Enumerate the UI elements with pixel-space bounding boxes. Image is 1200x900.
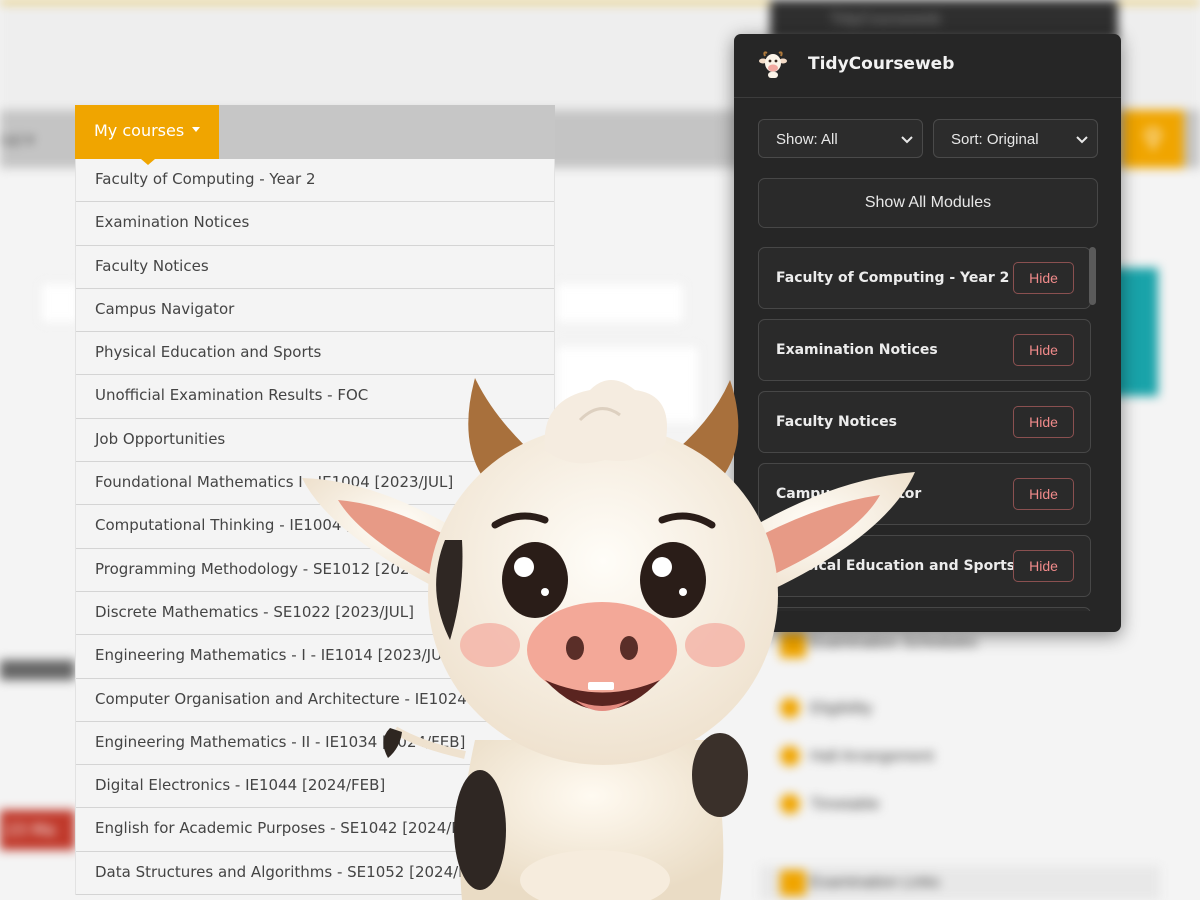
show-filter-select[interactable]: Show: All <box>758 119 923 158</box>
module-list-scrollbar[interactable] <box>1089 247 1096 305</box>
bg-left-strip <box>0 660 75 680</box>
popup-header: TidyCourseweb <box>734 34 1121 98</box>
hide-button[interactable]: Hide <box>1013 406 1074 438</box>
module-card: Faculty of Computing - Year 2 Hide <box>758 247 1091 309</box>
module-name: Examination Notices <box>776 342 938 358</box>
bg-extension-strip-title: TidyCourseweb <box>830 11 941 28</box>
bg-search-button: ⚲ <box>1122 110 1184 168</box>
dropdown-notch <box>141 159 155 165</box>
sort-select[interactable]: Sort: Original <box>933 119 1098 158</box>
my-courses-label: My courses <box>94 121 185 140</box>
course-item[interactable]: Faculty of Computing - Year 2 <box>76 159 554 203</box>
cow-logo-icon <box>759 51 787 78</box>
chevron-down-icon <box>901 136 913 144</box>
bg-nav-label: nal ▾ <box>0 132 34 149</box>
show-filter-value: Show: All <box>776 131 838 148</box>
bg-red-badge: 23 Ma <box>0 810 75 850</box>
cow-mascot-illustration <box>302 378 915 900</box>
course-item[interactable]: Campus Navigator <box>76 289 554 333</box>
course-item[interactable]: Faculty Notices <box>76 246 554 289</box>
hide-button[interactable]: Hide <box>1013 334 1074 366</box>
caret-down-icon <box>192 127 200 132</box>
sort-value: Sort: Original <box>951 131 1039 148</box>
popup-title: TidyCourseweb <box>808 54 955 74</box>
course-item[interactable]: Examination Notices <box>76 202 554 246</box>
module-name: Faculty of Computing - Year 2 <box>776 270 1010 286</box>
hide-button[interactable]: Hide <box>1013 262 1074 294</box>
bg-card <box>40 282 80 324</box>
hide-button[interactable]: Hide <box>1013 478 1074 510</box>
show-all-modules-button[interactable]: Show All Modules <box>758 178 1098 228</box>
bg-card <box>555 282 685 324</box>
hide-button[interactable]: Hide <box>1013 550 1074 582</box>
chevron-down-icon <box>1076 136 1088 144</box>
my-courses-button[interactable]: My courses <box>75 105 219 159</box>
